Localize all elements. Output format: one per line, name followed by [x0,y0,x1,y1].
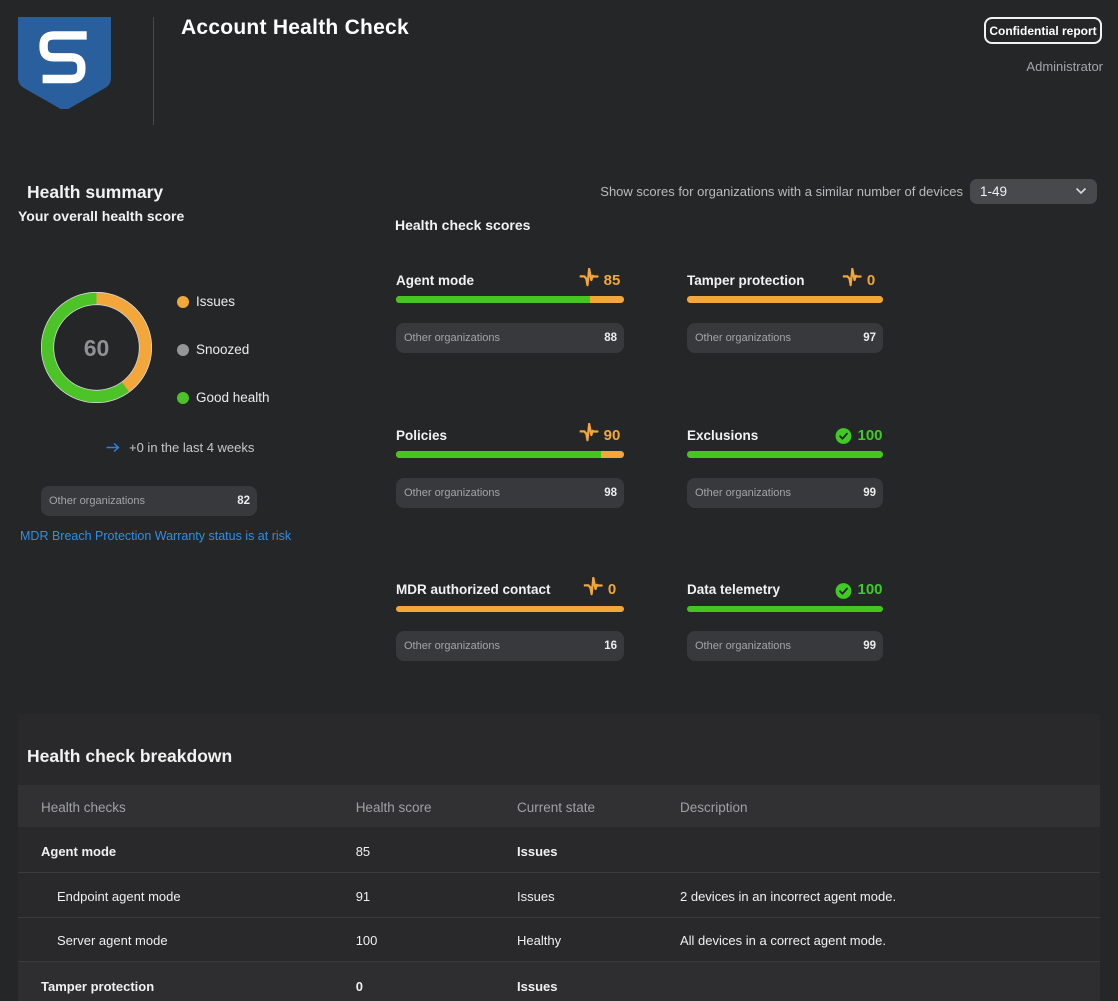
svg-text:60: 60 [84,335,110,361]
